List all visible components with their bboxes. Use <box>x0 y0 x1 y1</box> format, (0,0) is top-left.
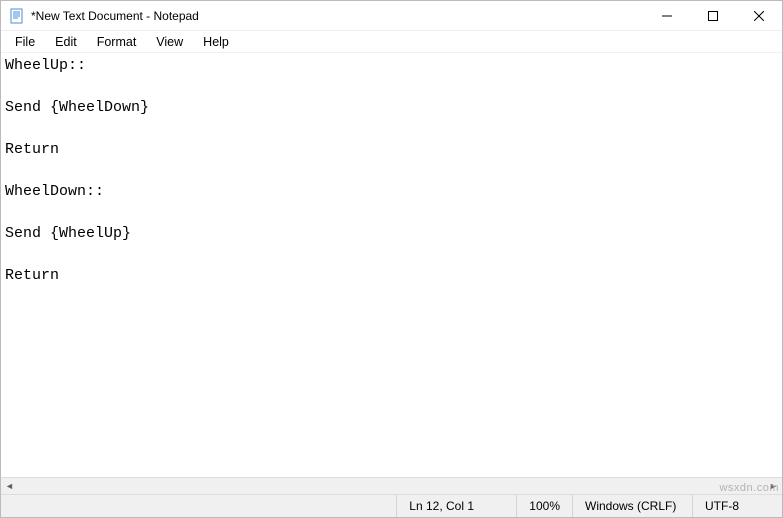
horizontal-scrollbar[interactable]: ◄ ► <box>1 477 782 494</box>
window-title: *New Text Document - Notepad <box>31 9 644 23</box>
scroll-left-icon[interactable]: ◄ <box>1 478 18 495</box>
menu-edit[interactable]: Edit <box>45 33 87 51</box>
maximize-button[interactable] <box>690 1 736 30</box>
scroll-track[interactable] <box>18 478 765 494</box>
notepad-icon <box>9 8 25 24</box>
statusbar: Ln 12, Col 1 100% Windows (CRLF) UTF-8 <box>1 494 782 517</box>
text-editor[interactable]: WheelUp:: Send {WheelDown} Return WheelD… <box>1 53 782 477</box>
menubar: File Edit Format View Help <box>1 31 782 53</box>
status-zoom: 100% <box>516 495 572 517</box>
close-button[interactable] <box>736 1 782 30</box>
status-spacer <box>1 495 396 517</box>
status-position: Ln 12, Col 1 <box>396 495 516 517</box>
menu-format[interactable]: Format <box>87 33 147 51</box>
minimize-button[interactable] <box>644 1 690 30</box>
menu-view[interactable]: View <box>146 33 193 51</box>
status-line-ending: Windows (CRLF) <box>572 495 692 517</box>
status-encoding: UTF-8 <box>692 495 782 517</box>
scroll-right-icon[interactable]: ► <box>765 478 782 495</box>
menu-file[interactable]: File <box>5 33 45 51</box>
window-controls <box>644 1 782 30</box>
menu-help[interactable]: Help <box>193 33 239 51</box>
titlebar: *New Text Document - Notepad <box>1 1 782 31</box>
